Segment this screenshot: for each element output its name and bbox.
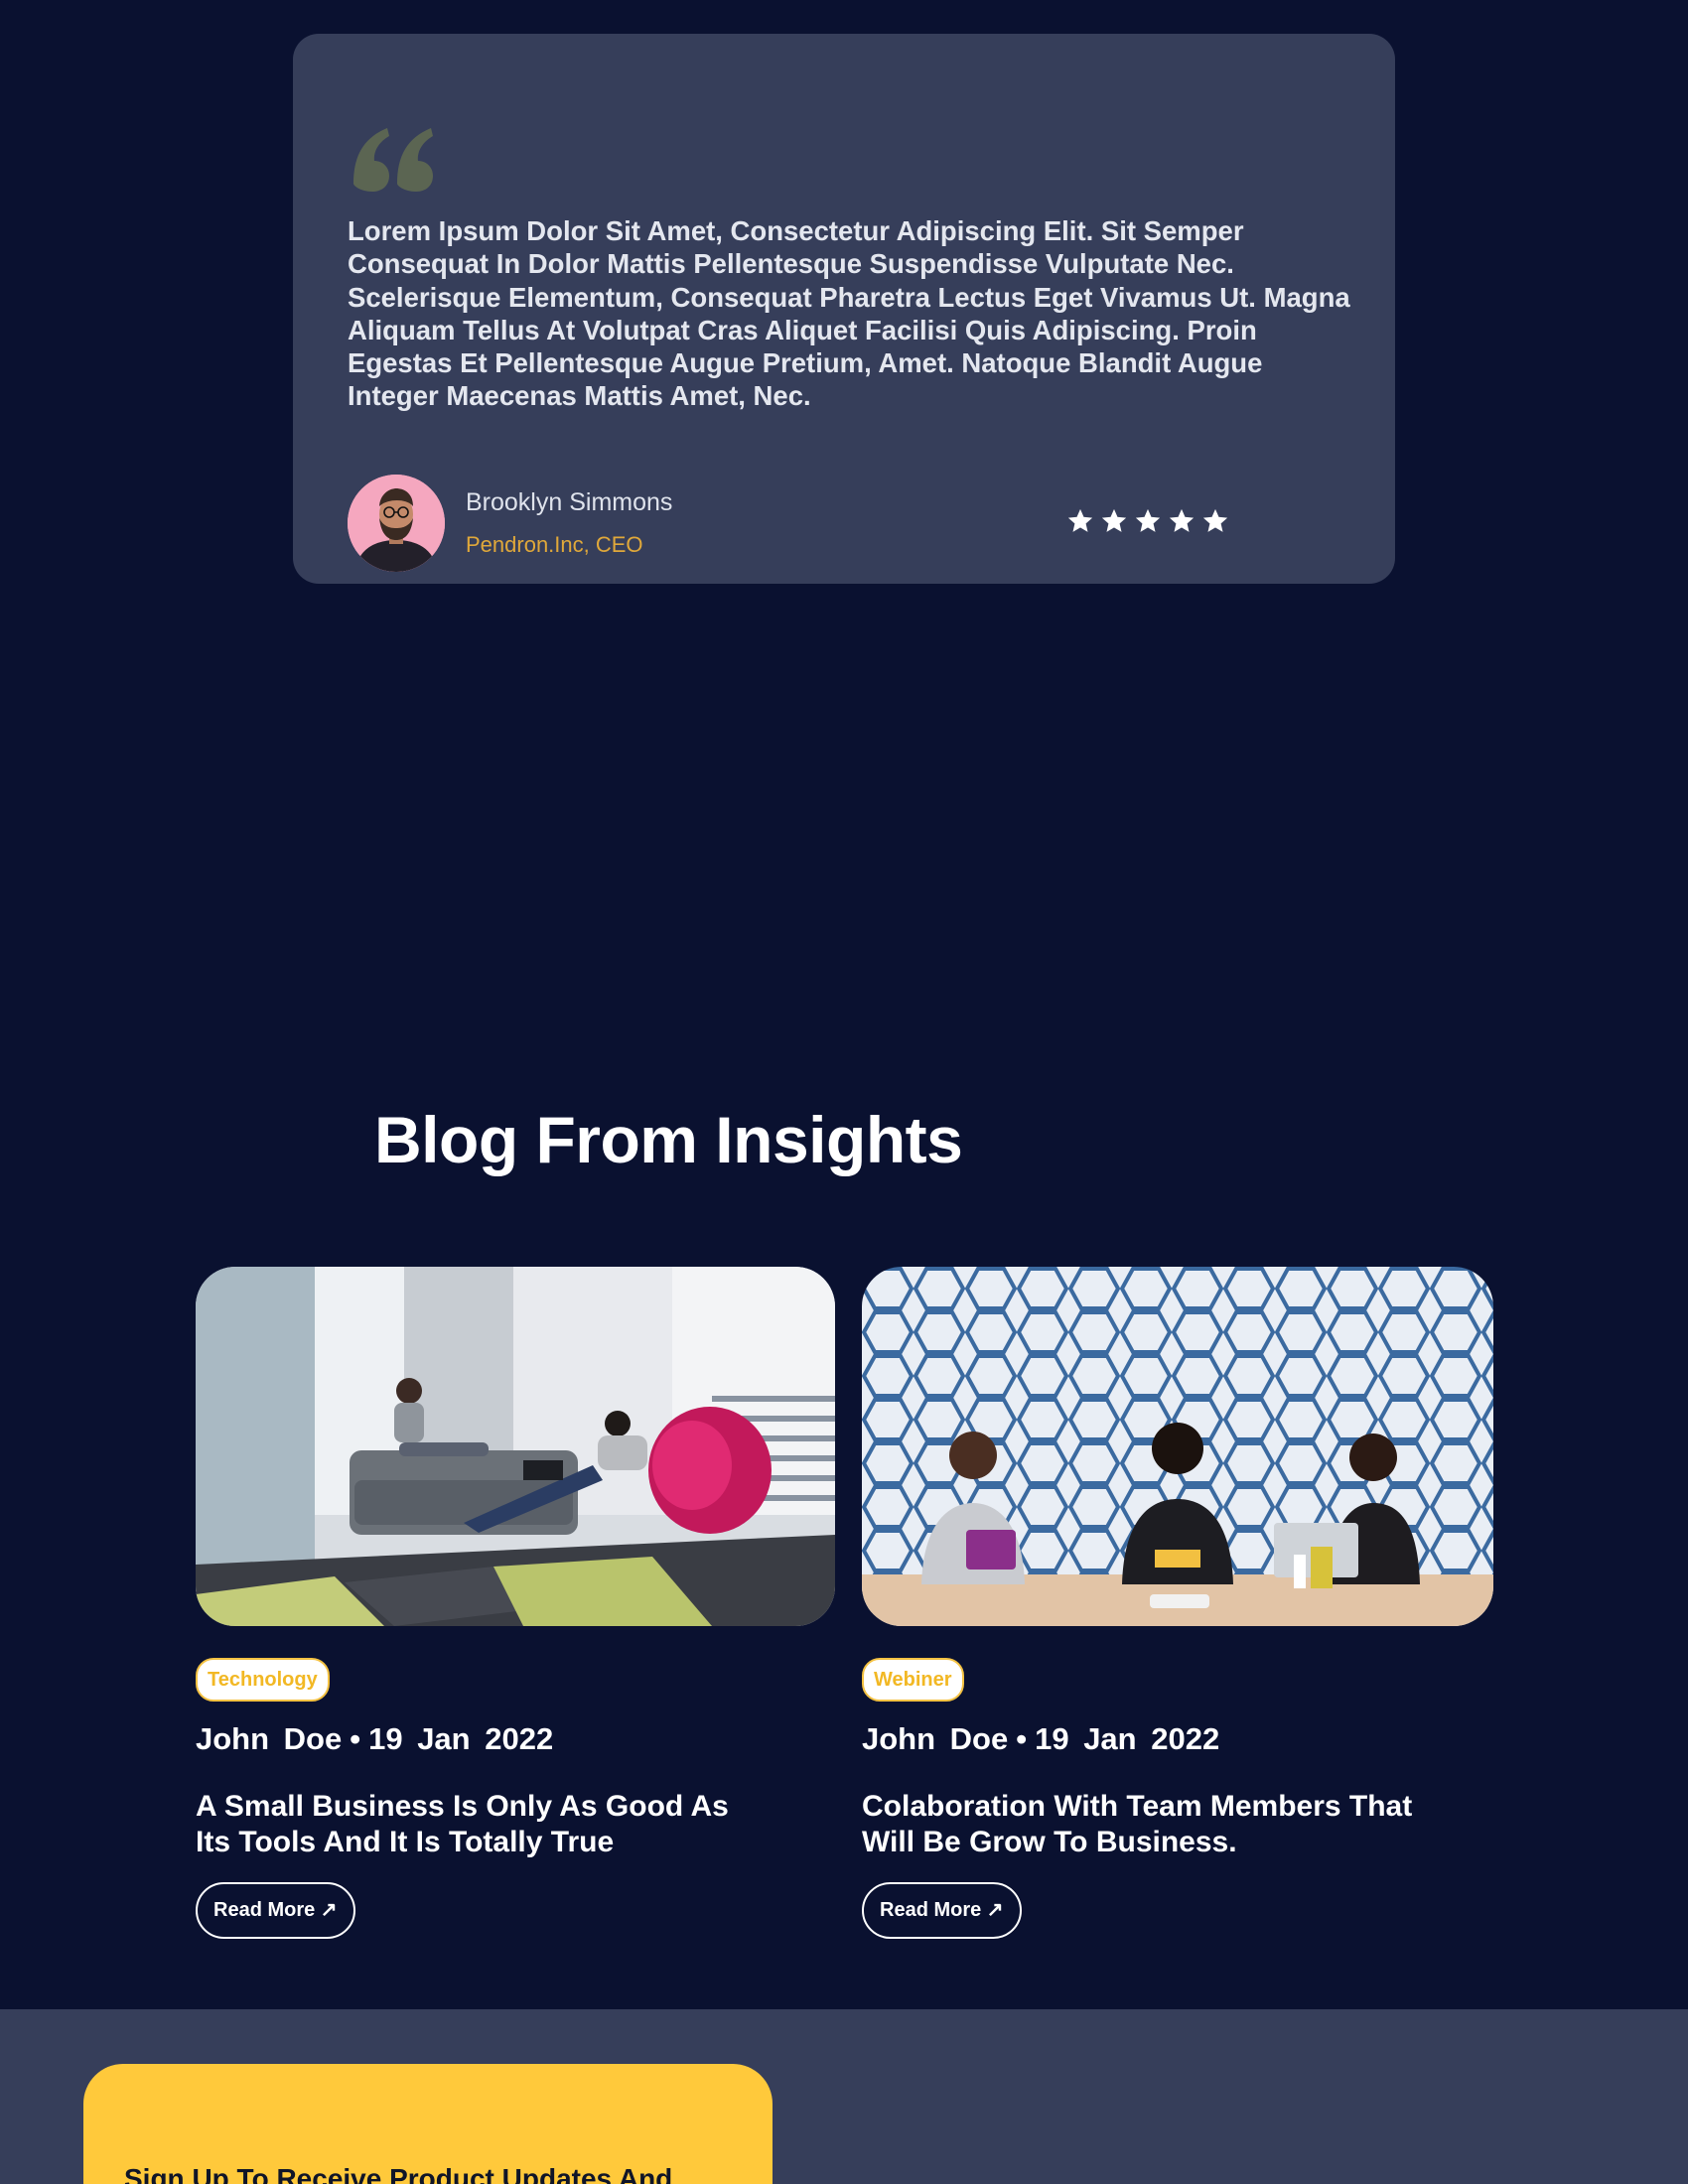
signup-heading: Sign Up To Receive Product Updates And bbox=[124, 2163, 673, 2184]
blog-image[interactable] bbox=[862, 1267, 1493, 1626]
star-icon bbox=[1135, 508, 1161, 532]
post-author: John Doe bbox=[862, 1721, 1009, 1756]
read-more-button[interactable]: Read More ↗ bbox=[196, 1882, 355, 1939]
signup-card: Sign Up To Receive Product Updates And bbox=[83, 2064, 773, 2184]
star-icon bbox=[1101, 508, 1127, 532]
post-author: John Doe bbox=[196, 1721, 343, 1756]
blog-card: Technology John Doe • 19 Jan 2022 A Small … bbox=[196, 1267, 835, 1939]
post-title[interactable]: A Small Business Is Only As Good As Its … bbox=[196, 1789, 752, 1860]
quote-icon bbox=[353, 128, 433, 192]
avatar bbox=[348, 475, 445, 572]
author-name: Brooklyn Simmons bbox=[466, 488, 673, 516]
meta-separator: • bbox=[350, 1721, 361, 1756]
author-role: Pendron.Inc, CEO bbox=[466, 532, 643, 557]
category-tag[interactable]: Technology bbox=[196, 1658, 330, 1702]
meta-separator: • bbox=[1016, 1721, 1028, 1756]
post-date: 19 Jan 2022 bbox=[368, 1721, 554, 1756]
blog-card: Webiner John Doe • 19 Jan 2022 Colaboratio… bbox=[862, 1267, 1493, 1939]
read-more-button[interactable]: Read More ↗ bbox=[862, 1882, 1022, 1939]
star-rating bbox=[1067, 508, 1228, 534]
blog-image[interactable] bbox=[196, 1267, 835, 1626]
star-icon bbox=[1202, 508, 1228, 532]
post-title[interactable]: Colaboration With Team Members That Will… bbox=[862, 1789, 1418, 1860]
post-meta: John Doe • 19 Jan 2022 bbox=[862, 1721, 1219, 1757]
category-tag[interactable]: Webiner bbox=[862, 1658, 964, 1702]
blog-section-title: Blog From Insights bbox=[374, 1103, 963, 1176]
star-icon bbox=[1067, 508, 1093, 532]
testimonial-quote: Lorem Ipsum Dolor Sit Amet, Consectetur … bbox=[348, 215, 1350, 412]
post-date: 19 Jan 2022 bbox=[1035, 1721, 1220, 1756]
testimonial-card: Lorem Ipsum Dolor Sit Amet, Consectetur … bbox=[293, 34, 1395, 584]
post-meta: John Doe • 19 Jan 2022 bbox=[196, 1721, 553, 1757]
footer-section: Sign Up To Receive Product Updates And bbox=[0, 2009, 1688, 2184]
star-icon bbox=[1169, 508, 1195, 532]
